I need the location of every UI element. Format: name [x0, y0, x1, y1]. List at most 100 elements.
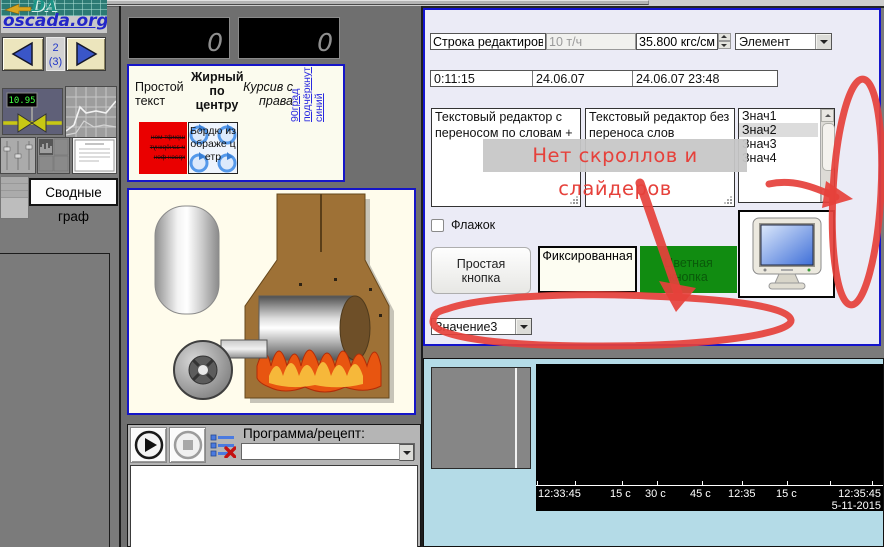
fixed-button[interactable]: Фиксированная [538, 246, 637, 293]
axis-tick [657, 481, 658, 486]
italic-text-sample: Курсив с права [241, 80, 293, 108]
thumbnail-spectrum-widget[interactable] [37, 137, 70, 174]
lcd-display-1: 0 [128, 17, 230, 59]
value-combobox[interactable]: Значение3 [431, 318, 532, 335]
axis-label: 15 с [610, 488, 631, 500]
combo-arrow-button[interactable] [815, 34, 831, 49]
play-button[interactable] [130, 427, 167, 463]
checkbox[interactable] [431, 219, 444, 232]
spin-up-button[interactable] [718, 33, 731, 41]
thumbnail-mini-widget[interactable] [0, 176, 29, 219]
disabled-input [546, 33, 636, 50]
lcd-value-2: 0 [317, 28, 333, 57]
rotated-text-sample: 90град подчёркнут синий [291, 66, 343, 124]
axis-tick [622, 481, 623, 486]
next-page-button[interactable] [66, 37, 106, 71]
trend-chart: 12:33:45 15 с 30 с 45 с 12:35 15 с 12:35… [536, 364, 883, 511]
program-combobox[interactable] [241, 443, 415, 460]
valve-led-value: 10.95 [8, 96, 35, 106]
sliders-graphic [1, 138, 35, 173]
element-combobox-value: Элемент [739, 35, 790, 49]
combo-arrow-button[interactable] [399, 444, 414, 461]
chart-thumb-graphic [66, 87, 116, 137]
thumbnail-sliders-widget[interactable] [0, 137, 36, 174]
spinbox-input[interactable] [636, 33, 718, 50]
list-item[interactable]: Знач1 [739, 109, 818, 123]
datetime-fields-row: 0:11:15 24.06.07 24.06.07 23:48 [430, 70, 778, 87]
stop-icon [172, 429, 204, 461]
diagram-cursor-line [515, 368, 517, 468]
axis-tick [537, 481, 538, 486]
datetime-field[interactable]: 24.06.07 23:48 [633, 71, 777, 86]
time-field[interactable]: 0:11:15 [431, 71, 533, 86]
date-field[interactable]: 24.06.07 [533, 71, 633, 86]
boiler-mnemo-panel [127, 188, 416, 415]
prev-page-button[interactable] [2, 37, 44, 71]
axis-label: 12:33:45 [538, 488, 581, 500]
border-image-caption: Бордю изображе цетр [189, 125, 237, 164]
axis-tick [702, 481, 703, 486]
spin-down-button[interactable] [718, 41, 731, 49]
list-scrollbar[interactable] [820, 109, 834, 202]
arrow-left-icon [6, 40, 40, 68]
element-combobox[interactable]: Элемент [735, 33, 832, 50]
diagram-placeholder [431, 367, 531, 469]
axis-label: 15 с [776, 488, 797, 500]
program-recipe-widget: Программа/рецепт: [127, 424, 421, 547]
empty-side-panel [0, 253, 110, 547]
axis-tick [742, 481, 743, 486]
simple-button[interactable]: Простая кнопка [431, 247, 531, 294]
list-item[interactable]: Знач3 [739, 137, 818, 151]
value-combobox-value: Значение3 [435, 320, 497, 334]
openscada-vision-screen: DA oscada.org 2 (3) 10.95 [0, 0, 884, 547]
axis-tick [830, 481, 831, 486]
triangle-down-icon [825, 194, 831, 197]
thumbnail-chart-widget[interactable] [65, 86, 117, 138]
list-item[interactable]: Знач4 [739, 151, 818, 165]
axis-label: 45 с [690, 488, 711, 500]
program-label: Программа/рецепт: [243, 426, 423, 441]
chevron-down-icon [403, 451, 411, 455]
axis-tick [575, 481, 576, 486]
scrollbar-thumb[interactable] [103, 0, 649, 5]
scrollbar-thumb[interactable] [822, 123, 835, 171]
thumbnail-document-widget[interactable] [72, 137, 117, 174]
axis-label: 30 с [645, 488, 666, 500]
scroll-up-button[interactable] [821, 109, 834, 122]
border-image-sample: Бордю изображе цетр [188, 122, 238, 174]
values-listbox[interactable]: Знач1 Знач2 Знач3 Знач4 [738, 108, 835, 203]
lcd-display-2: 0 [238, 17, 340, 59]
spectrum-graphic [38, 138, 69, 173]
burner-opening [340, 296, 370, 360]
resize-grip-icon[interactable] [730, 202, 732, 204]
scroll-down-button[interactable] [821, 189, 834, 202]
oscada-logo: DA oscada.org [1, 0, 107, 33]
chevron-down-icon [820, 40, 828, 44]
page-indicator: 2 (3) [46, 37, 65, 71]
stop-button[interactable] [169, 427, 206, 463]
color-button[interactable]: Цветная кнопка [640, 246, 737, 293]
axis-tick [872, 481, 873, 486]
valve-graphic: 10.95 [3, 89, 62, 134]
trend-panel: 12:33:45 15 с 30 с 45 с 12:35 15 с 12:35… [423, 358, 884, 547]
axis-date-label: 5-11-2015 [832, 500, 881, 512]
program-textarea[interactable] [130, 465, 418, 547]
list-item-selected[interactable]: Знач2 [739, 123, 818, 137]
spinbox-buttons [718, 33, 731, 50]
strikethrough-text-sample: шрифт мен и зачёркнут красн фон [139, 122, 187, 174]
monitor-icon [745, 215, 829, 293]
combo-arrow-button[interactable] [515, 319, 531, 334]
monitor-image-button[interactable] [738, 210, 835, 298]
page-total: (3) [47, 55, 64, 69]
axis-label: 12:35:45 [838, 488, 881, 500]
arrow-right-icon [69, 40, 103, 68]
line-edit-input[interactable] [430, 33, 546, 50]
summary-graphs-button[interactable]: Сводные граф [29, 178, 118, 206]
tank-graphic [155, 206, 219, 314]
plain-text-sample: Простой текст [135, 80, 189, 108]
annotation-label: Нет скроллов и слайдеров [483, 139, 747, 172]
thumbnail-valve-widget[interactable]: 10.95 [2, 88, 63, 135]
lcd-value-1: 0 [207, 28, 223, 57]
recipe-list-icon[interactable] [210, 433, 236, 458]
bold-text-sample: Жирный по центру [191, 70, 243, 112]
